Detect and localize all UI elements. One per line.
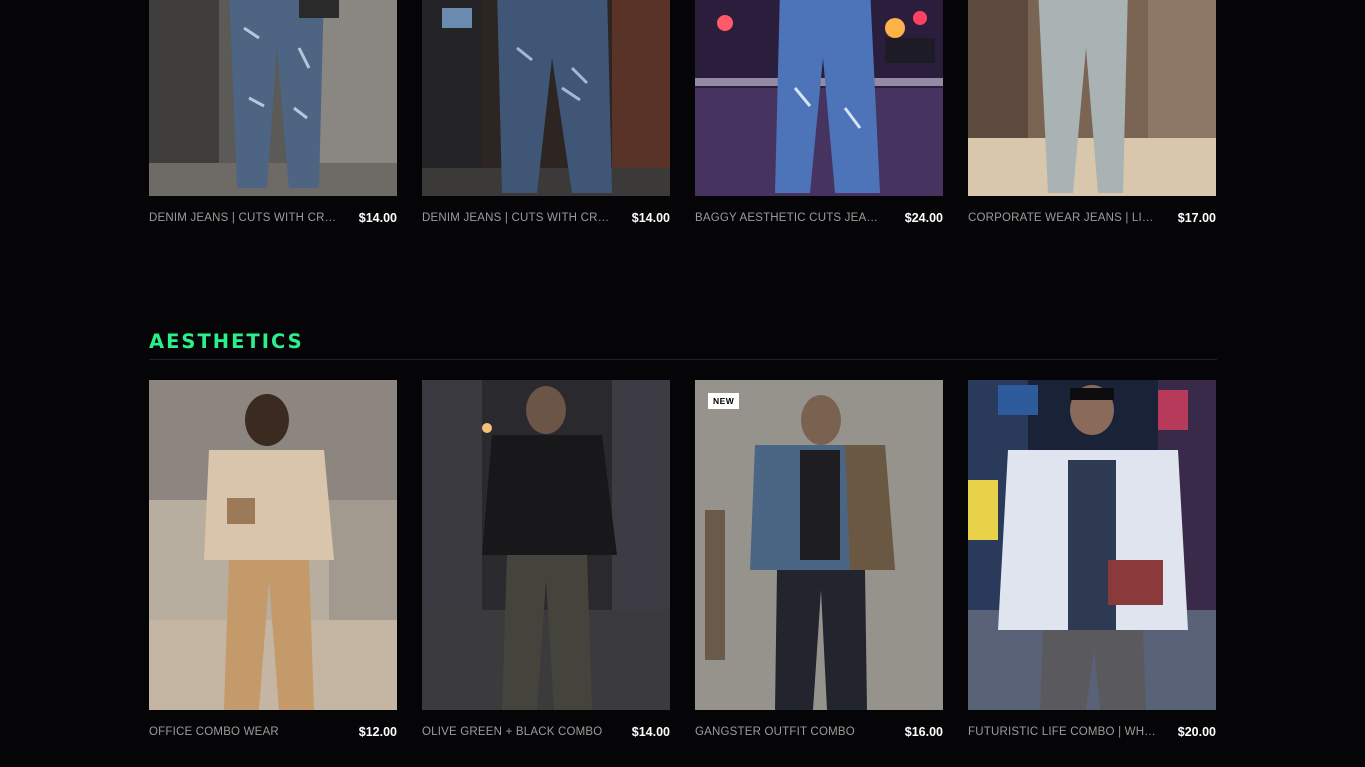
product-image[interactable] bbox=[968, 0, 1216, 196]
product-price: $17.00 bbox=[1177, 211, 1216, 225]
product-image[interactable] bbox=[422, 380, 670, 710]
section-title-aesthetics: AESTHETICS bbox=[149, 330, 304, 353]
product-price: $14.00 bbox=[358, 211, 397, 225]
product-price: $14.00 bbox=[631, 725, 670, 739]
product-name[interactable]: BAGGY AESTHETIC CUTS JEANS | BLUE bbox=[695, 212, 885, 224]
product-price: $24.00 bbox=[904, 211, 943, 225]
product-image[interactable] bbox=[149, 380, 397, 710]
product-name[interactable]: OLIVE GREEN + BLACK COMBO bbox=[422, 726, 602, 738]
section-divider bbox=[149, 359, 1217, 360]
new-badge: NEW bbox=[708, 393, 740, 409]
product-price: $16.00 bbox=[904, 725, 943, 739]
product-card-denim-jeans-2[interactable]: DENIM JEANS | CUTS WITH CREASES $14.00 bbox=[422, 0, 670, 225]
product-image[interactable] bbox=[149, 0, 397, 196]
product-name[interactable]: OFFICE COMBO WEAR bbox=[149, 726, 279, 738]
product-price: $20.00 bbox=[1177, 725, 1216, 739]
product-name[interactable]: CORPORATE WEAR JEANS | LIGHT bbox=[968, 212, 1158, 224]
top-product-grid: DENIM JEANS | CUTS WITH CREASES $14.00 D… bbox=[149, 0, 1217, 225]
product-price: $14.00 bbox=[631, 211, 670, 225]
product-card-olive-black-combo[interactable]: OLIVE GREEN + BLACK COMBO $14.00 bbox=[422, 380, 670, 739]
product-name[interactable]: DENIM JEANS | CUTS WITH CREASES bbox=[149, 212, 339, 224]
product-name[interactable]: DENIM JEANS | CUTS WITH CREASES bbox=[422, 212, 612, 224]
product-card-gangster-outfit-combo[interactable]: NEW GANGSTER OUTFIT COMBO $16.00 bbox=[695, 380, 943, 739]
product-image[interactable] bbox=[422, 0, 670, 196]
product-image[interactable] bbox=[695, 0, 943, 196]
product-card-office-combo[interactable]: OFFICE COMBO WEAR $12.00 bbox=[149, 380, 397, 739]
product-image[interactable]: NEW bbox=[695, 380, 943, 710]
product-name[interactable]: FUTURISTIC LIFE COMBO | WHITE bbox=[968, 726, 1158, 738]
product-card-baggy-aesthetic-jeans[interactable]: BAGGY AESTHETIC CUTS JEANS | BLUE $24.00 bbox=[695, 0, 943, 225]
product-name[interactable]: GANGSTER OUTFIT COMBO bbox=[695, 726, 855, 738]
aesthetics-product-grid: OFFICE COMBO WEAR $12.00 OLIVE GREEN + B… bbox=[149, 380, 1217, 739]
product-card-futuristic-life-combo[interactable]: FUTURISTIC LIFE COMBO | WHITE $20.00 bbox=[968, 380, 1216, 739]
product-card-denim-jeans-1[interactable]: DENIM JEANS | CUTS WITH CREASES $14.00 bbox=[149, 0, 397, 225]
product-price: $12.00 bbox=[358, 725, 397, 739]
product-card-corporate-wear-jeans[interactable]: CORPORATE WEAR JEANS | LIGHT $17.00 bbox=[968, 0, 1216, 225]
product-image[interactable] bbox=[968, 380, 1216, 710]
